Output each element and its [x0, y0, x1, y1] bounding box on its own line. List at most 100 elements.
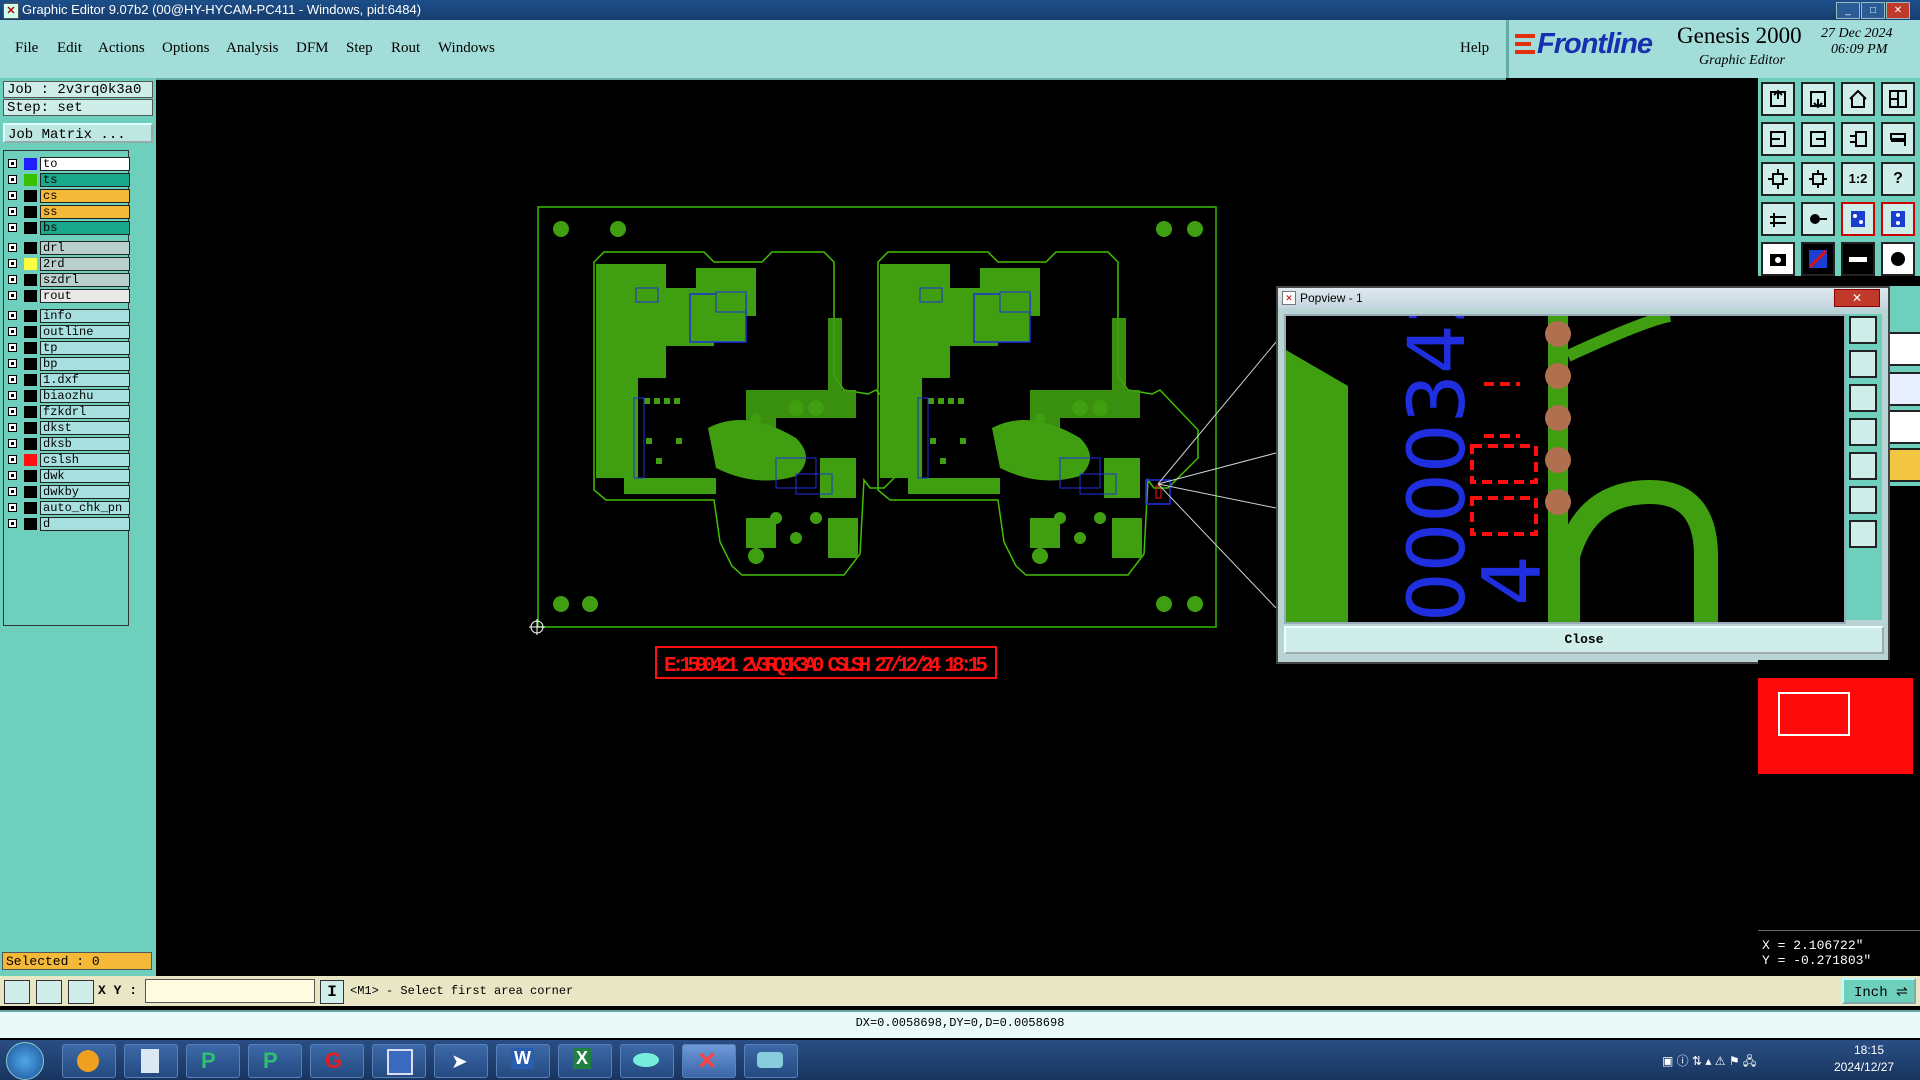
menu-options[interactable]: Options	[162, 40, 210, 57]
taskbar-word-icon[interactable]: W	[496, 1044, 550, 1078]
layer-row-drl[interactable]: drl	[8, 241, 130, 255]
taskbar-arrow-icon[interactable]: ➤	[434, 1044, 488, 1078]
layer-checkbox[interactable]	[8, 423, 17, 432]
taskbar-tool-icon[interactable]	[744, 1044, 798, 1078]
layer-checkbox[interactable]	[8, 311, 17, 320]
layer-compare-icon[interactable]	[1841, 202, 1875, 236]
help-query-icon[interactable]: ?	[1881, 162, 1915, 196]
layer-checkbox[interactable]	[8, 223, 17, 232]
measure-icon[interactable]	[1761, 202, 1795, 236]
layer-checkbox[interactable]	[8, 343, 17, 352]
zoom-box-icon[interactable]	[1841, 122, 1875, 156]
grid-mode-icon[interactable]	[68, 980, 94, 1004]
layer-checkbox[interactable]	[8, 259, 17, 268]
pan-right-icon[interactable]	[1801, 122, 1835, 156]
taskbar-g-icon[interactable]: G	[310, 1044, 364, 1078]
layer-checkbox[interactable]	[8, 455, 17, 464]
popview-pan-right-icon[interactable]	[1849, 452, 1877, 480]
layer-checkbox[interactable]	[8, 359, 17, 368]
layer-checkbox[interactable]	[8, 191, 17, 200]
layer-row-auto-chk-pn[interactable]: auto_chk_pn	[8, 501, 130, 515]
popview-zoom-out-icon[interactable]	[1849, 350, 1877, 378]
layer-row-2rd[interactable]: 2rd	[8, 257, 130, 271]
window-split-icon[interactable]	[1881, 82, 1915, 116]
layer-row-szdrl[interactable]: szdrl	[8, 273, 130, 287]
zoom-center-icon[interactable]	[1801, 162, 1835, 196]
layer-row-dksb[interactable]: dksb	[8, 437, 130, 451]
layer-row-bp[interactable]: bp	[8, 357, 130, 371]
layer-checkbox[interactable]	[8, 327, 17, 336]
layer-row-dkst[interactable]: dkst	[8, 421, 130, 435]
menu-rout[interactable]: Rout	[391, 40, 420, 57]
layer-checkbox[interactable]	[8, 391, 17, 400]
start-button[interactable]	[6, 1042, 44, 1080]
job-matrix-button[interactable]: Job Matrix ...	[3, 123, 153, 143]
layer-row-to[interactable]: to	[8, 157, 130, 171]
pad-icon[interactable]	[1881, 242, 1915, 276]
layer-row-dwkby[interactable]: dwkby	[8, 485, 130, 499]
layer-checkbox[interactable]	[8, 291, 17, 300]
taskbar-p1-icon[interactable]: P	[186, 1044, 240, 1078]
menu-edit[interactable]: Edit	[57, 40, 82, 57]
camera-icon[interactable]	[1761, 242, 1795, 276]
layer-row-d[interactable]: d	[8, 517, 130, 531]
stack-icon[interactable]	[1881, 122, 1915, 156]
layer-row-cs[interactable]: cs	[8, 189, 130, 203]
snap-icon[interactable]	[1801, 202, 1835, 236]
draw-line-icon[interactable]	[1801, 242, 1835, 276]
overview-viewport[interactable]	[1778, 692, 1850, 736]
tool-hidden-1-icon[interactable]	[1888, 332, 1920, 366]
close-window-button[interactable]: ✕	[1886, 2, 1910, 19]
taskbar-eye-icon[interactable]	[620, 1044, 674, 1078]
layer-row-outline[interactable]: outline	[8, 325, 130, 339]
layer-checkbox[interactable]	[8, 275, 17, 284]
popview-zoom-in-icon[interactable]	[1849, 316, 1877, 344]
popview-canvas[interactable]: 00003421 4	[1284, 225, 1846, 624]
layer-row-rout[interactable]: rout	[8, 289, 130, 303]
taskbar-genesis-icon[interactable]: ✕	[682, 1044, 736, 1078]
popview-close-button[interactable]: Close	[1284, 626, 1884, 654]
fit-screen-icon[interactable]	[1761, 162, 1795, 196]
menu-file[interactable]: File	[15, 40, 38, 57]
layer-row-dwk[interactable]: dwk	[8, 469, 130, 483]
layer-row-info[interactable]: info	[8, 309, 130, 323]
layer-checkbox[interactable]	[8, 159, 17, 168]
xy-input[interactable]	[145, 979, 315, 1003]
taskbar-shell-icon[interactable]	[62, 1044, 116, 1078]
menu-dfm[interactable]: DFM	[296, 40, 329, 57]
popview-center-icon[interactable]	[1849, 520, 1877, 548]
layer-checkbox[interactable]	[8, 503, 17, 512]
pan-left-icon[interactable]	[1761, 122, 1795, 156]
popview-fit-icon[interactable]	[1849, 486, 1877, 514]
menu-analysis[interactable]: Analysis	[226, 40, 279, 57]
taskbar-p2-icon[interactable]: P	[248, 1044, 302, 1078]
layer-row-biaozhu[interactable]: biaozhu	[8, 389, 130, 403]
popview-pan-down-icon[interactable]	[1849, 384, 1877, 412]
layer-row-1-dxf[interactable]: 1.dxf	[8, 373, 130, 387]
popview-close-x[interactable]: ✕	[1834, 289, 1880, 307]
tool-hidden-2-icon[interactable]	[1888, 372, 1920, 406]
tool-hidden-4-icon[interactable]	[1888, 448, 1920, 482]
layer-checkbox[interactable]	[8, 175, 17, 184]
minimize-button[interactable]: _	[1836, 2, 1860, 19]
snap-mode-icon[interactable]	[4, 980, 30, 1004]
layer-checkbox[interactable]	[8, 243, 17, 252]
taskbar-save-icon[interactable]	[372, 1044, 426, 1078]
measure-mode-icon[interactable]	[36, 980, 62, 1004]
zoom-home-icon[interactable]	[1761, 82, 1795, 116]
ruler-icon[interactable]	[1841, 242, 1875, 276]
units-select[interactable]: Inch ⇌	[1842, 978, 1916, 1004]
layer-row-ts[interactable]: ts	[8, 173, 130, 187]
overview-map[interactable]	[1758, 678, 1913, 774]
layer-checkbox[interactable]	[8, 439, 17, 448]
taskbar-excel-icon[interactable]: X	[558, 1044, 612, 1078]
layer-row-bs[interactable]: bs	[8, 221, 130, 235]
layer-checkbox[interactable]	[8, 207, 17, 216]
layer-row-tp[interactable]: tp	[8, 341, 130, 355]
tool-hidden-3-icon[interactable]	[1888, 410, 1920, 444]
zoom-down-icon[interactable]	[1801, 82, 1835, 116]
info-mode-icon[interactable]: I	[320, 980, 344, 1004]
menu-windows[interactable]: Windows	[438, 40, 495, 57]
layer-row-fzkdrl[interactable]: fzkdrl	[8, 405, 130, 419]
maximize-button[interactable]: □	[1861, 2, 1885, 19]
